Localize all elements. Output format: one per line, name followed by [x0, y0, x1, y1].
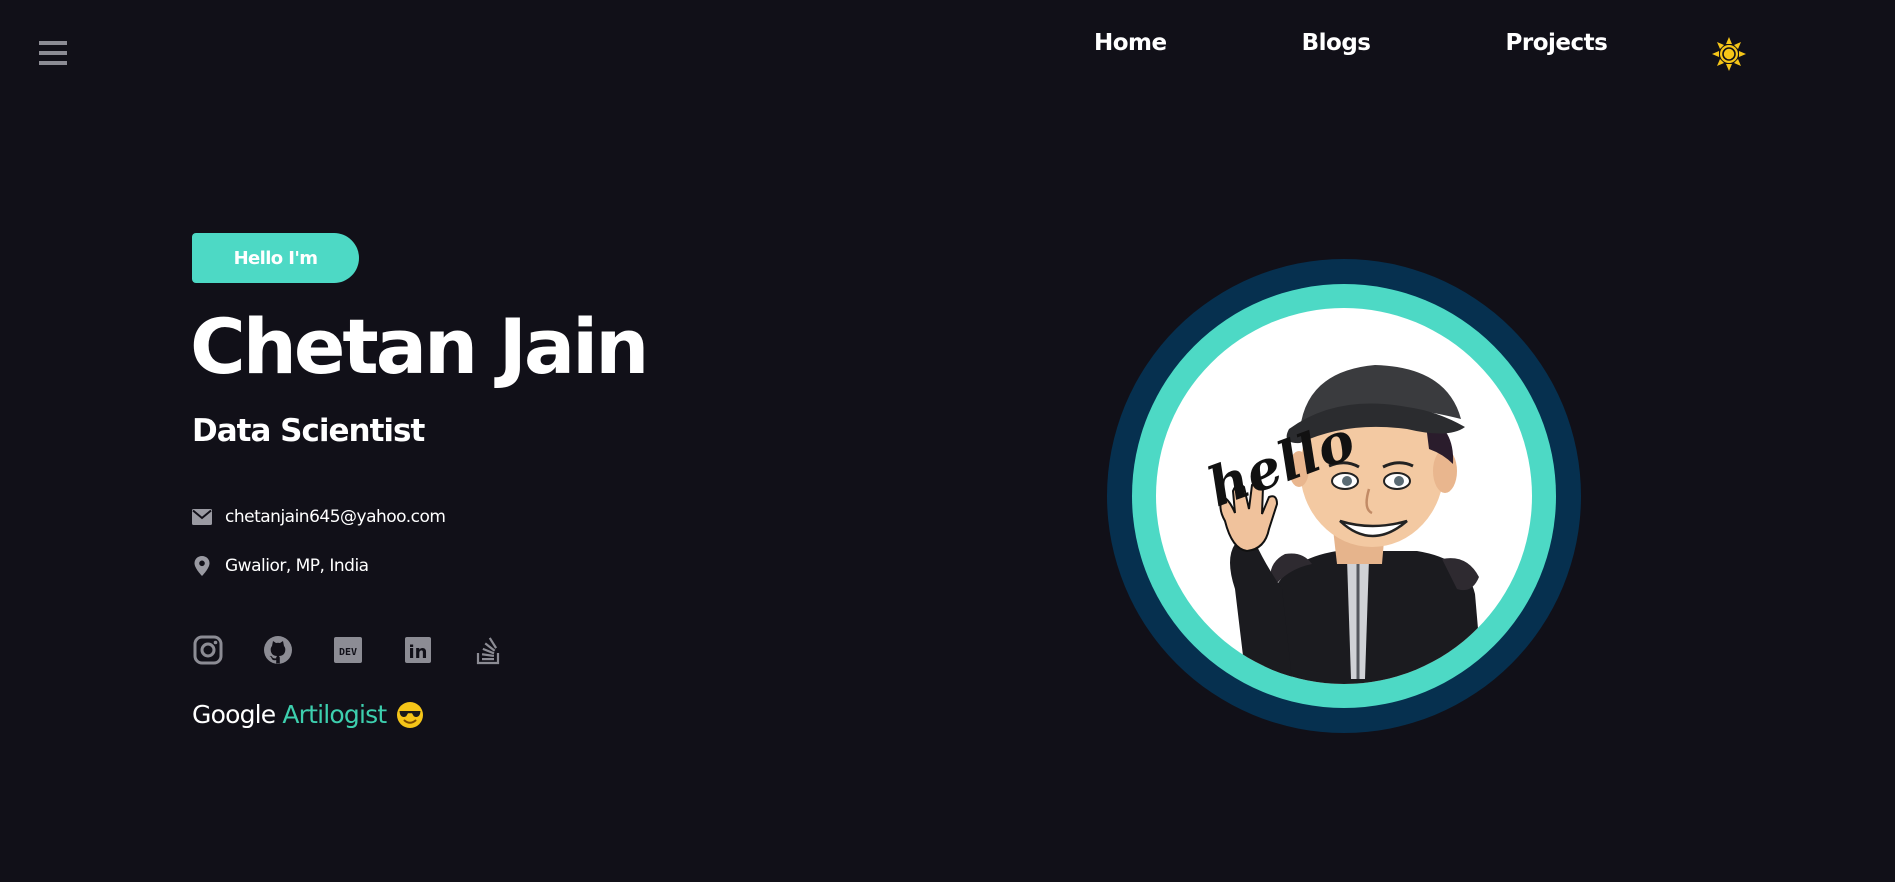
- svg-text:in: in: [409, 642, 428, 663]
- svg-text:DEV: DEV: [339, 647, 357, 658]
- dev-link[interactable]: DEV: [332, 634, 364, 666]
- portfolio-page: Home Blogs Projects Hello I'm Chetan Jai…: [0, 0, 1895, 882]
- social-links: DEV in: [192, 634, 542, 666]
- envelope-icon: [192, 507, 212, 527]
- linkedin-icon: in: [405, 637, 431, 663]
- theme-toggle-button[interactable]: [1712, 37, 1746, 71]
- github-icon: [264, 636, 292, 664]
- avatar: hello: [1107, 259, 1581, 733]
- hamburger-icon: [39, 41, 67, 65]
- hero-role: Data Scientist: [192, 413, 425, 449]
- location-text: Gwalior, MP, India: [225, 556, 369, 576]
- tagline: Google Artilogist: [192, 700, 424, 729]
- tagline-accent: Artilogist: [282, 700, 387, 729]
- instagram-link[interactable]: [192, 634, 224, 666]
- nav-link-home[interactable]: Home: [1094, 30, 1167, 56]
- sun-icon: [1712, 37, 1746, 71]
- stackoverflow-link[interactable]: [472, 634, 504, 666]
- hero-name: Chetan Jain: [190, 302, 649, 391]
- github-link[interactable]: [262, 634, 294, 666]
- nav-link-projects[interactable]: Projects: [1506, 30, 1608, 56]
- tagline-prefix: Google: [192, 700, 276, 729]
- email-text[interactable]: chetanjain645@yahoo.com: [225, 507, 446, 527]
- linkedin-link[interactable]: in: [402, 634, 434, 666]
- instagram-icon: [193, 635, 223, 665]
- hamburger-menu-button[interactable]: [38, 38, 68, 68]
- stackoverflow-icon: [476, 637, 500, 665]
- contact-email: chetanjain645@yahoo.com: [192, 507, 446, 527]
- contact-location: Gwalior, MP, India: [192, 556, 369, 576]
- top-nav: Home Blogs Projects: [1094, 30, 1608, 56]
- map-pin-icon: [192, 556, 212, 576]
- dev-icon: DEV: [334, 637, 362, 663]
- nav-link-blogs[interactable]: Blogs: [1302, 30, 1371, 56]
- bitmoji-avatar-icon: hello: [1107, 259, 1581, 733]
- greeting-badge: Hello I'm: [192, 233, 359, 283]
- sunglasses-emoji-icon: [397, 701, 424, 728]
